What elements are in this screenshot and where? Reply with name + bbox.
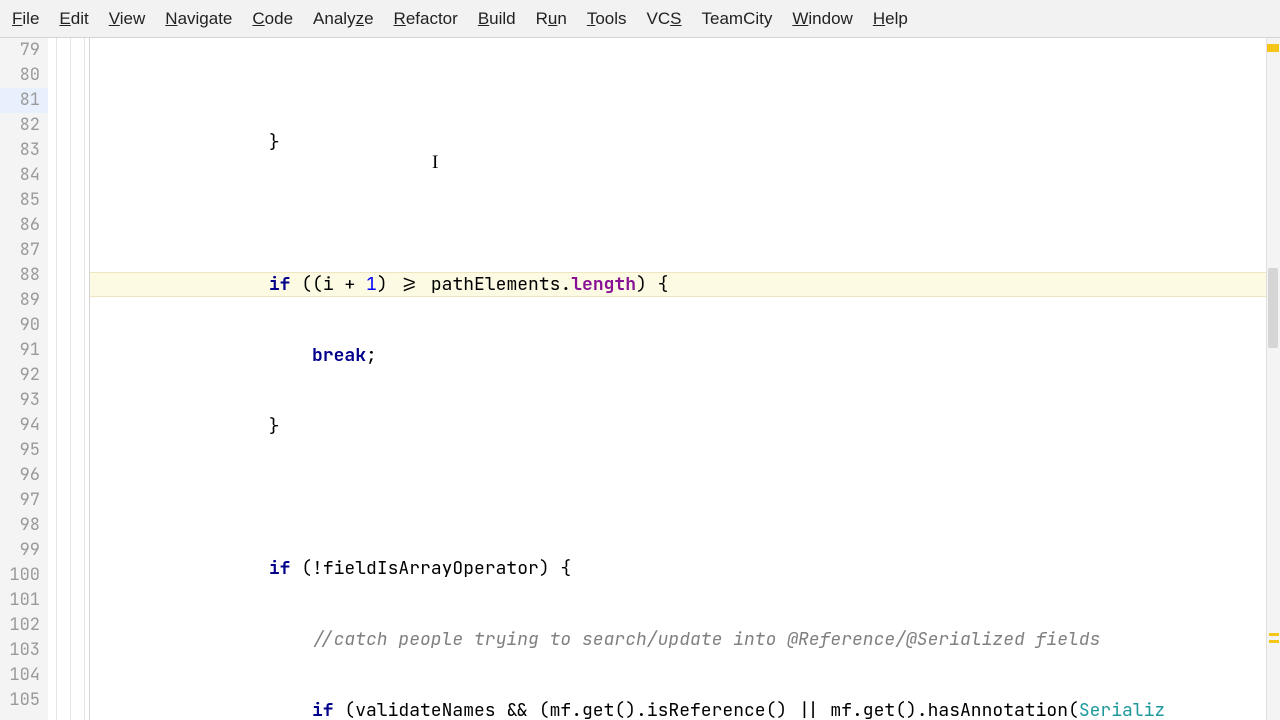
line-number: 80 [0,63,48,88]
line-number: 90 [0,313,48,338]
code-line-current[interactable]: if ((i + 1) >= pathElements.length) { [90,272,1266,297]
code-editor: 7980818283848586878889909192939495969798… [0,38,1280,720]
warning-marker-icon[interactable] [1269,633,1279,636]
code-area[interactable]: }} if ((i + 1) >= pathElements.length) {… [90,38,1266,720]
menu-tools[interactable]: Tools [577,5,637,33]
menu-run[interactable]: Run [526,5,577,33]
vertical-scrollbar-thumb[interactable] [1268,268,1278,348]
line-number-gutter: 7980818283848586878889909192939495969798… [0,38,48,720]
code-line[interactable]: }} [90,130,1266,155]
line-number: 101 [0,588,48,613]
line-number: 100 [0,563,48,588]
warning-marker-icon[interactable] [1267,44,1279,52]
code-line[interactable]: //catch people trying to search/update i… [90,627,1266,652]
line-number: 86 [0,213,48,238]
line-number: 96 [0,463,48,488]
editor-marker-rail[interactable] [1266,38,1280,720]
menu-navigate[interactable]: Navigate [155,5,242,33]
menu-code[interactable]: Code [242,5,303,33]
line-number: 93 [0,388,48,413]
line-number: 95 [0,438,48,463]
line-number: 87 [0,238,48,263]
menu-bar: File Edit View Navigate Code Analyze Ref… [0,0,1280,38]
line-number: 81 [0,88,48,113]
line-number: 89 [0,288,48,313]
code-line[interactable]: if (!fieldIsArrayOperator) { [90,556,1266,581]
menu-refactor[interactable]: Refactor [384,5,468,33]
code-line[interactable]: if (validateNames && (mf.get().isReferen… [90,698,1266,720]
code-line[interactable] [90,201,1266,226]
line-number: 97 [0,488,48,513]
code-line[interactable]: } [90,414,1266,439]
line-number: 99 [0,538,48,563]
line-number: 79 [0,38,48,63]
line-number: 84 [0,163,48,188]
line-number: 94 [0,413,48,438]
line-number: 102 [0,613,48,638]
menu-analyze[interactable]: Analyze [303,5,384,33]
menu-view[interactable]: View [99,5,156,33]
line-number: 83 [0,138,48,163]
line-number: 88 [0,263,48,288]
fold-strip [48,38,90,720]
menu-vcs[interactable]: VCS [637,5,692,33]
line-number: 82 [0,113,48,138]
menu-edit[interactable]: Edit [49,5,98,33]
line-number: 85 [0,188,48,213]
code-line[interactable] [90,485,1266,510]
line-number: 103 [0,638,48,663]
menu-window[interactable]: Window [782,5,862,33]
menu-file[interactable]: File [2,5,49,33]
line-number: 98 [0,513,48,538]
menu-build[interactable]: Build [468,5,526,33]
line-number: 91 [0,338,48,363]
line-number: 105 [0,688,48,713]
code-line[interactable]: break; [90,343,1266,368]
line-number: 92 [0,363,48,388]
menu-teamcity[interactable]: TeamCity [692,5,783,33]
menu-help[interactable]: Help [863,5,918,33]
line-number: 104 [0,663,48,688]
warning-marker-icon[interactable] [1269,640,1279,643]
